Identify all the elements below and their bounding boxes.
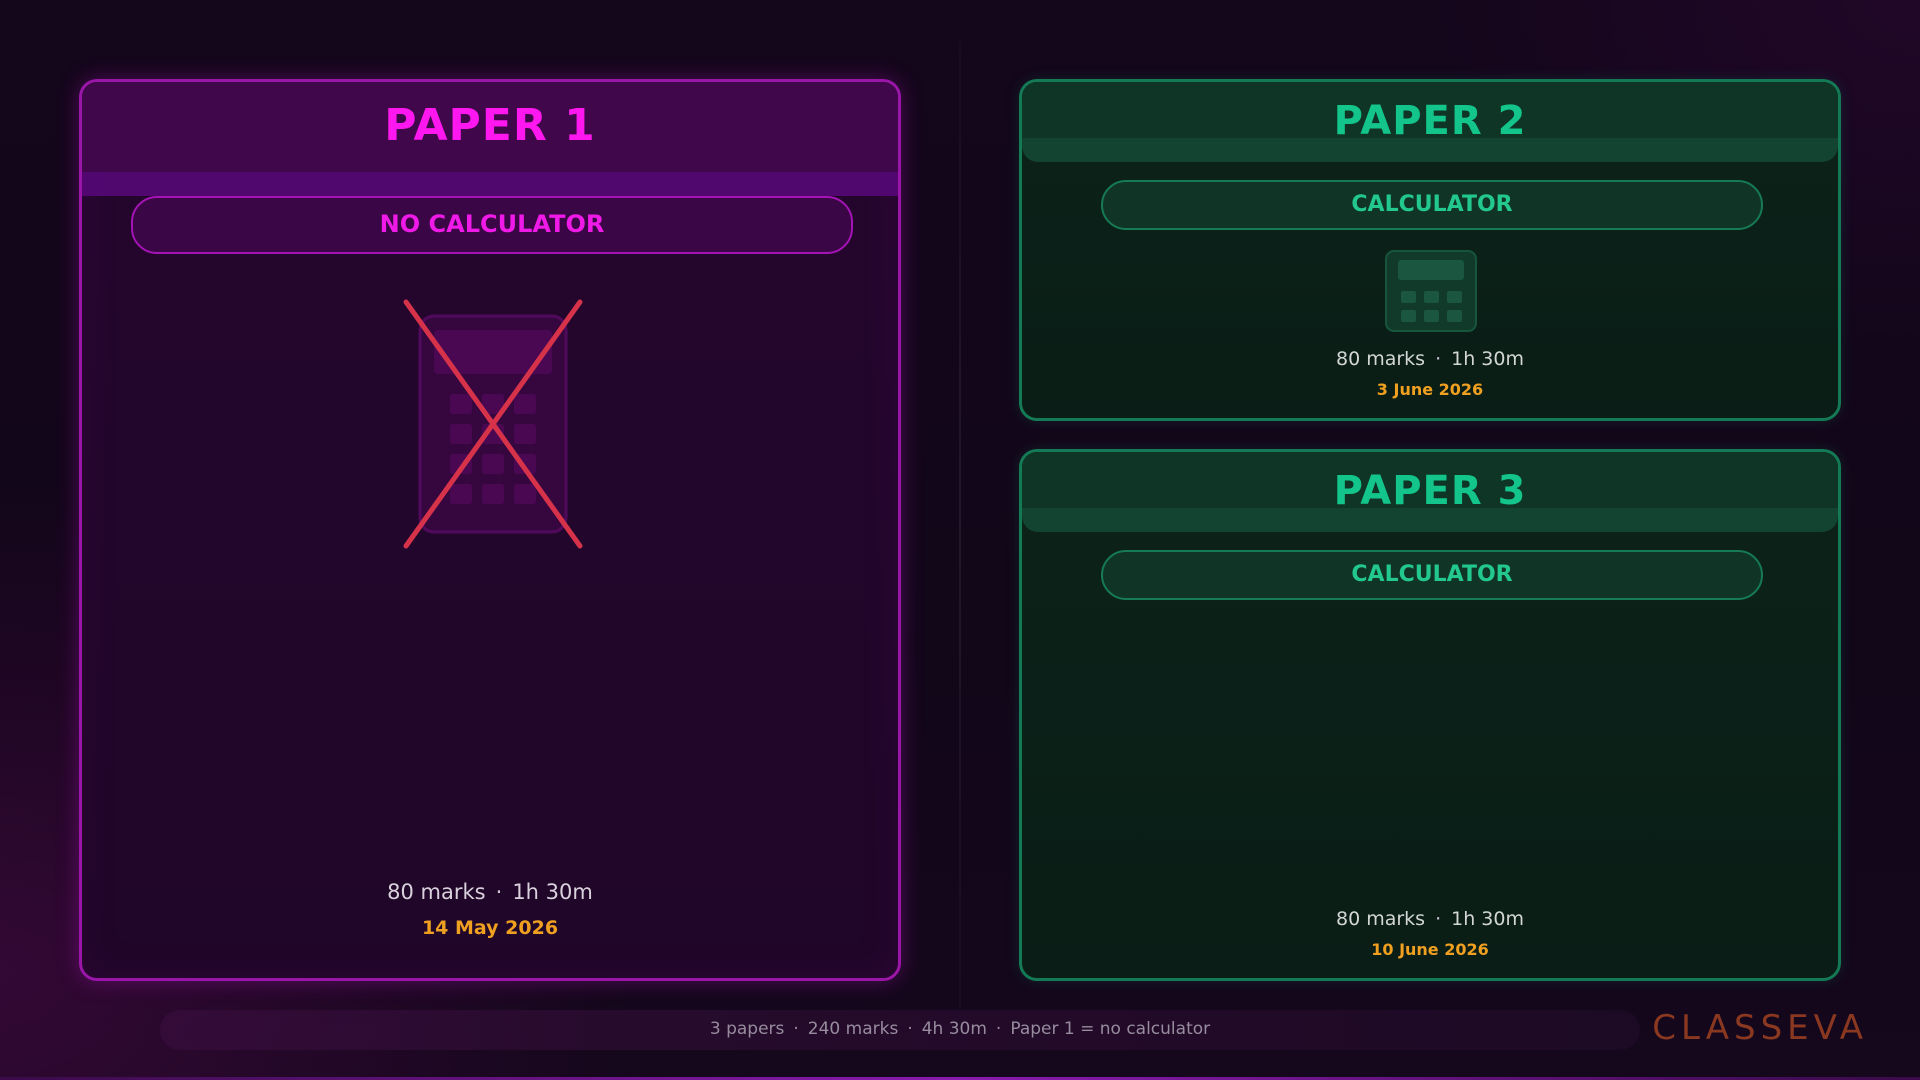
paper-2-marks: 80 marks (1336, 348, 1426, 370)
footer-total-time: 4h 30m (921, 1019, 987, 1039)
separator: · (495, 880, 503, 904)
paper-1-title: PAPER 1 (384, 100, 596, 151)
paper-1-meta: 80 marks · 1h 30m (82, 880, 898, 904)
paper-2-calculator-badge: CALCULATOR (1101, 180, 1763, 230)
calculator-icon (1385, 250, 1477, 332)
separator: · (1435, 908, 1442, 930)
paper-2-title: PAPER 2 (1333, 98, 1527, 144)
paper-3-date: 10 June 2026 (1371, 940, 1489, 959)
paper-1-date: 14 May 2026 (421, 917, 559, 939)
paper-3-title: PAPER 3 (1333, 468, 1527, 514)
separator: · (1435, 348, 1442, 370)
column-divider (959, 40, 961, 1010)
separator: · (793, 1019, 799, 1039)
separator: · (907, 1019, 913, 1039)
paper-3-card: PAPER 3 CALCULATOR 80 marks · 1h 30m 10 Ju… (1019, 449, 1841, 981)
paper-2-card: PAPER 2 CALCULATOR 80 marks · 1h 30m 3 Jun… (1019, 79, 1841, 421)
paper-3-duration: 1h 30m (1451, 908, 1524, 930)
footer-paper-count: 3 papers (709, 1019, 785, 1039)
separator: · (995, 1019, 1002, 1039)
paper-1-marks: 80 marks (387, 880, 486, 904)
paper-2-meta: 80 marks · 1h 30m (1022, 348, 1838, 370)
brand-logo: CLASSEVA (1652, 1008, 1868, 1048)
footer-summary: 3 papers · 240 marks · 4h 30m · Paper 1 = no c… (0, 1019, 1920, 1039)
exam-papers-slide: PAPER 1 NO CALCULATOR 80 marks · 1h 30m … (0, 0, 1920, 1080)
paper-1-card: PAPER 1 NO CALCULATOR 80 marks · 1h 30m … (79, 79, 901, 981)
paper-1-calculator-badge: NO CALCULATOR (131, 196, 853, 254)
paper-3-calculator-badge: CALCULATOR (1101, 550, 1763, 600)
footer-note: Paper 1 = no calculator (1010, 1019, 1211, 1039)
footer-total-marks: 240 marks (807, 1019, 899, 1039)
paper-2-duration: 1h 30m (1451, 348, 1524, 370)
paper-2-date: 3 June 2026 (1376, 380, 1484, 399)
paper-3-meta: 80 marks · 1h 30m (1022, 908, 1838, 930)
calculator-crossed-icon (403, 299, 583, 549)
paper-1-duration: 1h 30m (512, 880, 593, 904)
paper-3-marks: 80 marks (1336, 908, 1426, 930)
